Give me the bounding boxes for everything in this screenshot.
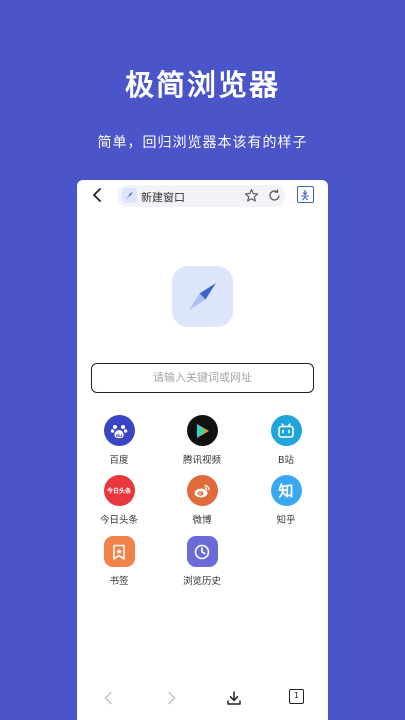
refresh-icon[interactable]: [267, 188, 282, 203]
chevron-left-icon: [93, 188, 101, 202]
shortcut-toutiao[interactable]: 今日头条 今日头条: [89, 475, 149, 526]
compass-icon: [122, 188, 137, 203]
bottom-toolbar: 1: [77, 680, 328, 720]
bilibili-icon: [270, 415, 302, 446]
star-icon[interactable]: [244, 188, 259, 203]
shortcut-bilibili[interactable]: B站: [256, 415, 316, 466]
shortcut-tencent-video[interactable]: 腾讯视频: [172, 415, 232, 466]
shortcut-label: 百度: [109, 455, 129, 466]
baidu-icon: du: [103, 415, 135, 446]
zhihu-icon-text: 知: [278, 482, 294, 500]
promo-title: 极简浏览器: [124, 68, 280, 102]
browser-logo-icon: [172, 266, 233, 327]
shortcut-baidu[interactable]: du 百度: [89, 415, 149, 466]
toutiao-icon: 今日头条: [103, 475, 135, 506]
shortcut-label: 知乎: [276, 515, 296, 526]
shortcut-label: B站: [277, 455, 295, 466]
download-icon[interactable]: [226, 690, 242, 706]
tab-count: 1: [293, 691, 300, 700]
shortcut-weibo[interactable]: 微博: [172, 475, 232, 526]
shortcut-label: 书签: [109, 576, 129, 587]
shortcut-zhihu[interactable]: 知 知乎: [256, 475, 316, 526]
browser-screen: 新建窗口 请输入关键词或网址 du 百度 腾讯视频 B站 今日头条 今日头条 微…: [77, 180, 328, 720]
chevron-right-icon[interactable]: [163, 690, 179, 706]
promo-subtitle: 简单，回归浏览器本该有的样子: [97, 135, 308, 151]
toutiao-icon-text: 今日头条: [106, 488, 131, 495]
shortcut-label: 今日头条: [99, 515, 138, 526]
address-bar: 新建窗口: [77, 180, 328, 210]
tab-title: 新建窗口: [141, 191, 185, 204]
chevron-left-icon[interactable]: [101, 690, 117, 706]
svg-text:du: du: [116, 433, 122, 439]
url-field[interactable]: 新建窗口: [117, 185, 285, 207]
shortcut-label: 腾讯视频: [182, 455, 221, 466]
search-input[interactable]: 请输入关键词或网址: [91, 363, 314, 393]
reader-mode-button[interactable]: [297, 186, 314, 203]
zhihu-icon: 知: [270, 475, 302, 506]
back-button[interactable]: [89, 186, 107, 204]
reader-icon: [301, 190, 309, 201]
tabs-button[interactable]: 1: [289, 689, 304, 704]
shortcut-label: 浏览历史: [182, 576, 221, 587]
weibo-icon: [186, 475, 218, 506]
history-icon: [186, 536, 218, 567]
bookmark-icon: [103, 536, 135, 567]
shortcut-label: 微博: [192, 515, 212, 526]
shortcut-bookmarks[interactable]: 书签: [89, 536, 149, 587]
shortcut-history[interactable]: 浏览历史: [172, 536, 232, 587]
tencent-video-icon: [186, 415, 218, 446]
